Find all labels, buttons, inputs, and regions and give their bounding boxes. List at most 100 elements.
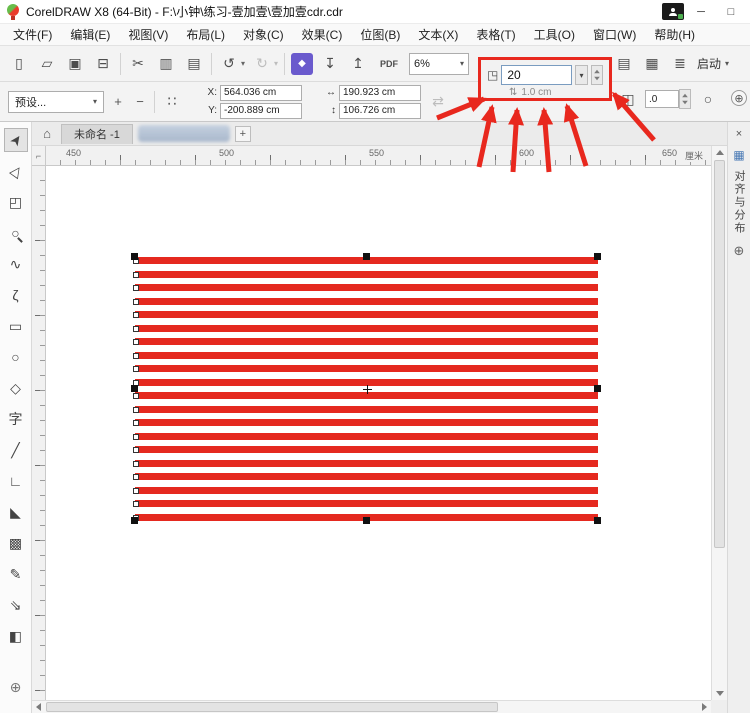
- toolbar-cut-button[interactable]: ✂: [127, 53, 149, 75]
- ruler-origin-icon[interactable]: ⌐: [32, 146, 46, 166]
- steps-dropdown-button[interactable]: ▾: [575, 65, 588, 85]
- selection-handle[interactable]: [363, 517, 370, 524]
- menu-item-布局(L)[interactable]: 布局(L): [177, 26, 234, 43]
- selection-handle[interactable]: [594, 253, 601, 260]
- menu-item-帮助(H)[interactable]: 帮助(H): [645, 26, 704, 43]
- toolbar-show-grid-button[interactable]: ▦: [641, 53, 663, 75]
- toolbar-import-button[interactable]: ↧: [319, 53, 341, 75]
- maximize-button[interactable]: □: [718, 2, 744, 21]
- menu-item-位图(B)[interactable]: 位图(B): [351, 26, 409, 43]
- tool-attributes-eyedropper-tool[interactable]: ⇘: [4, 593, 28, 617]
- launch-dropdown[interactable]: 启动 ▾: [697, 55, 729, 72]
- toolbar-save-button[interactable]: ▣: [64, 53, 86, 75]
- align-distribute-icon[interactable]: ▦: [733, 148, 744, 162]
- tool-dimension-tool[interactable]: ╱: [4, 438, 28, 462]
- preset-dropdown[interactable]: 预设... ▾: [8, 90, 104, 113]
- censored-tab[interactable]: [137, 125, 230, 142]
- selection-handle[interactable]: [594, 385, 601, 392]
- canvas[interactable]: [32, 166, 711, 700]
- toolbar-paste-button[interactable]: ▤: [183, 53, 205, 75]
- tool-artistic-media-tool[interactable]: ζ: [4, 283, 28, 307]
- add-tools-button[interactable]: ⊕: [4, 675, 28, 699]
- menu-item-文件(F)[interactable]: 文件(F): [4, 26, 61, 43]
- new-tab-button[interactable]: +: [234, 125, 251, 142]
- tool-crop-tool[interactable]: ◰: [4, 190, 28, 214]
- page-frame-icon[interactable]: ◫: [617, 88, 639, 110]
- striped-object[interactable]: [131, 253, 601, 524]
- tool-smart-fill-tool[interactable]: ◧: [4, 624, 28, 648]
- freehand-tool-icon: ∿: [9, 256, 22, 272]
- horizontal-ruler[interactable]: ⌐ 450 500 550 600 650 厘米: [32, 146, 711, 166]
- horizontal-scroll-thumb[interactable]: [46, 702, 498, 712]
- docker-close-button[interactable]: ×: [736, 128, 742, 140]
- menu-item-文本(X)[interactable]: 文本(X): [409, 26, 467, 43]
- scroll-up-button[interactable]: [712, 146, 728, 159]
- tool-ellipse-tool[interactable]: ○: [4, 345, 28, 369]
- tool-text-tool[interactable]: 字: [4, 407, 28, 431]
- menu-item-编辑(E)[interactable]: 编辑(E): [61, 26, 119, 43]
- menu-item-表格(T)[interactable]: 表格(T): [467, 26, 524, 43]
- height-input[interactable]: [339, 102, 421, 119]
- toolbar-welcome-screen-button[interactable]: ◆: [291, 52, 314, 75]
- home-icon[interactable]: ⌂: [38, 125, 56, 143]
- selection-handle[interactable]: [363, 253, 370, 260]
- selection-handle[interactable]: [131, 385, 138, 392]
- menu-item-窗口(W)[interactable]: 窗口(W): [584, 26, 645, 43]
- width-input[interactable]: [339, 84, 421, 101]
- scroll-right-button[interactable]: [698, 701, 711, 713]
- outline-width-icon[interactable]: ○: [697, 88, 719, 110]
- toolbar-undo-button[interactable]: ↺: [218, 53, 240, 75]
- toolbar-publish-pdf-button[interactable]: PDF: [375, 53, 403, 75]
- tool-freehand-tool[interactable]: ∿: [4, 252, 28, 276]
- selection-handle[interactable]: [131, 253, 138, 260]
- spacing-grid-icon[interactable]: ∷: [161, 91, 183, 113]
- document-tab[interactable]: 未命名 -1: [61, 123, 133, 144]
- menu-item-对象(C)[interactable]: 对象(C): [234, 26, 293, 43]
- chevron-down-icon[interactable]: ▾: [241, 59, 245, 68]
- account-button[interactable]: [662, 3, 684, 20]
- vertical-ruler[interactable]: [32, 166, 46, 700]
- scroll-down-button[interactable]: [712, 687, 728, 700]
- tool-connector-tool[interactable]: ∟: [4, 469, 28, 493]
- delete-preset-button[interactable]: −: [132, 93, 148, 111]
- menu-item-工具(O)[interactable]: 工具(O): [525, 26, 584, 43]
- angle-spinner[interactable]: [679, 89, 691, 109]
- tool-zoom-tool[interactable]: ○: [4, 221, 28, 245]
- toolbar-redo-button[interactable]: ↻: [251, 53, 273, 75]
- toolbar-copy-button[interactable]: ▥: [155, 53, 177, 75]
- tool-polygon-tool[interactable]: ◇: [4, 376, 28, 400]
- scroll-left-button[interactable]: [32, 701, 45, 713]
- tool-rectangle-tool[interactable]: ▭: [4, 314, 28, 338]
- vertical-scroll-thumb[interactable]: [714, 160, 725, 548]
- add-preset-button[interactable]: +: [110, 93, 126, 111]
- zoom-level-dropdown[interactable]: 6% ▾: [409, 52, 470, 75]
- selection-handle[interactable]: [131, 517, 138, 524]
- steps-spinner[interactable]: [591, 65, 603, 85]
- horizontal-scrollbar[interactable]: [32, 700, 711, 713]
- steps-field[interactable]: 20: [501, 65, 572, 85]
- toolbar-new-document-button[interactable]: ▯: [8, 53, 30, 75]
- tool-shape-tool[interactable]: ▷: [4, 159, 28, 183]
- stripe: [133, 405, 598, 413]
- selection-handle[interactable]: [594, 517, 601, 524]
- tool-interactive-fill-tool[interactable]: ◣: [4, 500, 28, 524]
- tool-color-eyedropper-tool[interactable]: ✎: [4, 562, 28, 586]
- tool-mesh-fill-tool[interactable]: ▩: [4, 531, 28, 555]
- angle-input[interactable]: [645, 90, 679, 108]
- toolbar-snap-options-button[interactable]: ≣: [669, 53, 691, 75]
- docker-title[interactable]: 对齐与分布: [731, 170, 747, 235]
- chevron-down-icon[interactable]: ▾: [274, 59, 278, 68]
- toolbar-export-button[interactable]: ↥: [347, 53, 369, 75]
- x-position-input[interactable]: [220, 84, 302, 101]
- menu-item-视图(V)[interactable]: 视图(V): [119, 26, 177, 43]
- minimize-button[interactable]: ─: [688, 2, 714, 21]
- toolbar-open-button[interactable]: ▱: [36, 53, 58, 75]
- menu-item-效果(C)[interactable]: 效果(C): [293, 26, 352, 43]
- docker-add-button[interactable]: ⊕: [734, 243, 745, 259]
- toolbar-show-rulers-button[interactable]: ▤: [613, 53, 635, 75]
- tool-pick-tool[interactable]: ➤: [3, 128, 28, 152]
- toolbar-print-button[interactable]: ⊟: [92, 53, 114, 75]
- y-position-input[interactable]: [220, 102, 302, 119]
- property-bar-add-button[interactable]: ⊕: [731, 90, 747, 106]
- vertical-scrollbar[interactable]: [711, 146, 727, 700]
